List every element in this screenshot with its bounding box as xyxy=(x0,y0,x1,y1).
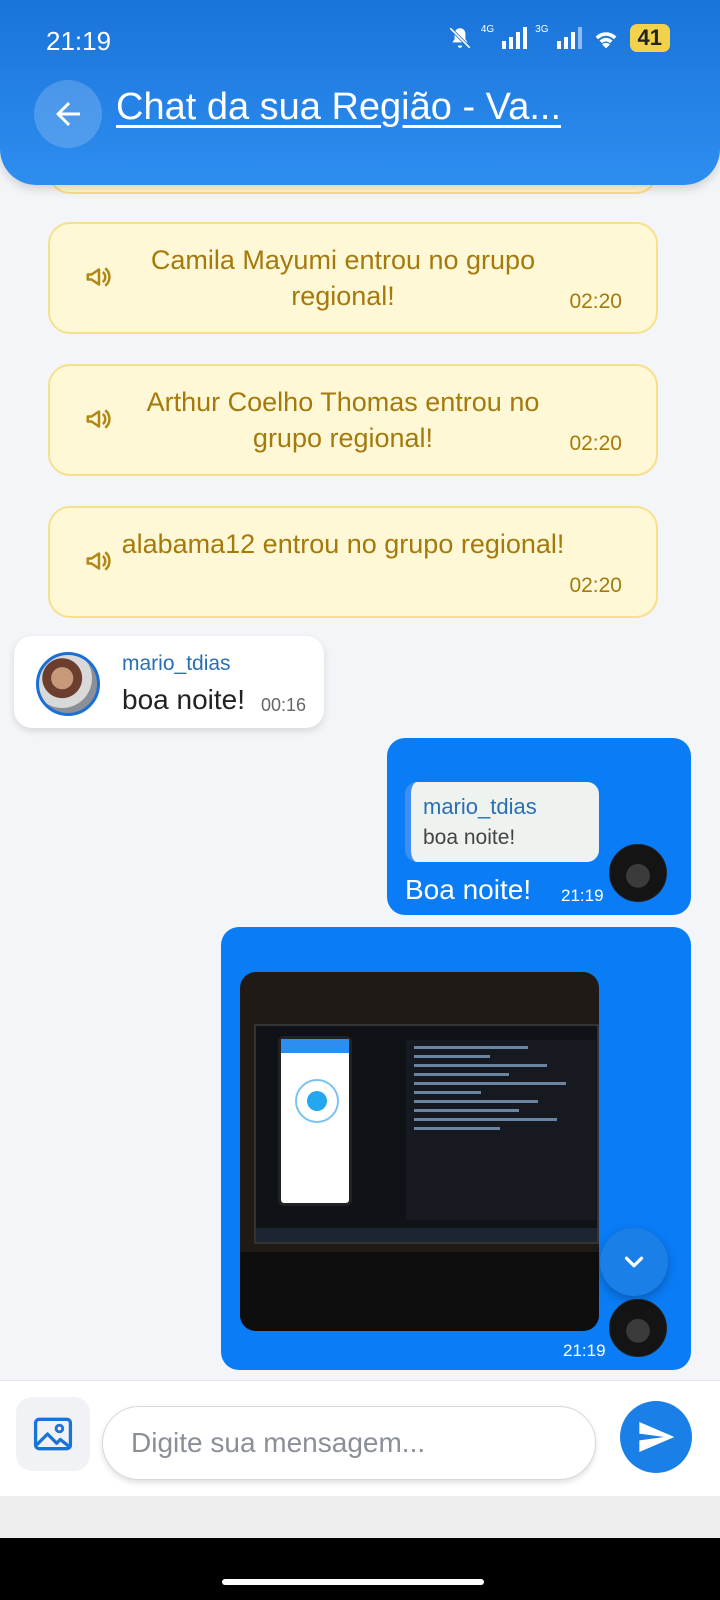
system-notice: Arthur Coelho Thomas entrou no grupo reg… xyxy=(48,364,658,476)
notice-time: 02:20 xyxy=(569,574,622,597)
back-button[interactable] xyxy=(34,80,102,148)
status-bar: 21:19 4G 3G 41 xyxy=(46,22,670,58)
battery-level: 41 xyxy=(629,24,670,52)
chat-title[interactable]: Chat da sua Região - Va... xyxy=(116,86,616,129)
network-type-2: 3G xyxy=(535,24,549,35)
chevron-down-icon xyxy=(624,1256,644,1268)
avatar[interactable] xyxy=(609,1299,667,1357)
message-photo[interactable] xyxy=(240,972,599,1331)
message-text: boa noite! xyxy=(122,684,245,715)
notice-text: alabama12 entrou no grupo regional! xyxy=(121,529,565,559)
avatar[interactable] xyxy=(609,844,667,902)
message-time: 21:19 xyxy=(563,1341,606,1360)
photo-phone xyxy=(278,1036,352,1206)
message-input[interactable] xyxy=(102,1406,596,1480)
sender-name: mario_tdias xyxy=(122,652,231,675)
signal-bars-2-icon xyxy=(556,27,582,49)
photo-keyboard xyxy=(240,1252,599,1331)
app-header: 21:19 4G 3G 41 Chat da sua Região - Va..… xyxy=(0,0,720,185)
network-type-1: 4G xyxy=(480,24,495,35)
incoming-message[interactable]: mario_tdias boa noite! 00:16 xyxy=(14,636,324,728)
outgoing-image-message[interactable]: 21:19 xyxy=(221,927,691,1370)
scroll-down-button[interactable] xyxy=(600,1228,668,1296)
quoted-user: mario_tdias xyxy=(423,794,537,819)
megaphone-icon xyxy=(86,267,111,287)
photo-code-editor xyxy=(406,1040,596,1220)
muted-bell-icon xyxy=(448,27,471,49)
avatar[interactable] xyxy=(36,652,100,716)
photo-laptop-screen xyxy=(254,1024,599,1244)
notice-text: Arthur Coelho Thomas entrou no grupo reg… xyxy=(146,387,540,453)
message-time: 00:16 xyxy=(260,695,306,715)
back-arrow-icon xyxy=(56,102,80,126)
composer-bar xyxy=(0,1380,720,1496)
notice-time: 02:20 xyxy=(569,290,622,313)
quoted-message[interactable]: mario_tdias boa noite! xyxy=(405,782,599,862)
system-notice: Camila Mayumi entrou no grupo regional! … xyxy=(48,222,658,334)
home-indicator[interactable] xyxy=(222,1579,484,1585)
send-button[interactable] xyxy=(620,1401,692,1473)
message-time: 21:19 xyxy=(561,886,604,905)
image-icon xyxy=(33,1417,73,1451)
system-nav-bar xyxy=(0,1538,720,1600)
status-icons: 4G 3G 41 xyxy=(447,24,670,52)
wifi-icon xyxy=(595,32,616,49)
attach-image-button[interactable] xyxy=(16,1397,90,1471)
notice-time: 02:20 xyxy=(569,432,622,455)
outgoing-message[interactable]: mario_tdias boa noite! Boa noite! 21:19 xyxy=(387,738,691,915)
status-time: 21:19 xyxy=(46,26,112,56)
system-notice: alabama12 entrou no grupo regional! 02:2… xyxy=(48,506,658,618)
signal-bars-1-icon xyxy=(502,27,528,49)
send-icon xyxy=(639,1422,675,1452)
message-text: Boa noite! xyxy=(405,874,532,905)
megaphone-icon xyxy=(86,409,111,429)
quoted-text: boa noite! xyxy=(423,826,516,849)
notice-text: Camila Mayumi entrou no grupo regional! xyxy=(150,245,536,311)
megaphone-icon xyxy=(86,551,111,571)
